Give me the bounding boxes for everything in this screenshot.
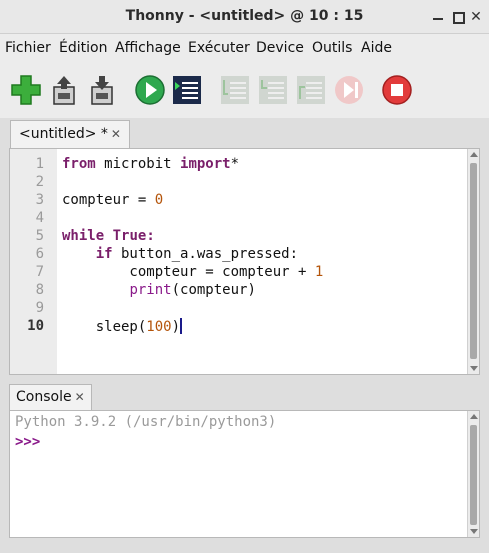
menu-affichage[interactable]: Affichage: [115, 40, 181, 56]
scroll-down-icon[interactable]: [470, 529, 478, 534]
line-number: 6: [35, 246, 44, 262]
editor-scrollbar[interactable]: [467, 149, 479, 374]
menu-outils[interactable]: Outils: [312, 40, 352, 56]
menu-fichier[interactable]: Fichier: [5, 40, 51, 56]
line-number: 8: [35, 282, 44, 298]
number-literal: 1: [314, 264, 324, 280]
code-text: (compteur): [171, 282, 256, 298]
step-into-icon: [256, 73, 290, 107]
menu-edition[interactable]: Édition: [59, 40, 107, 56]
open-file-icon[interactable]: [47, 73, 81, 107]
tab-untitled[interactable]: <untitled> * ✕: [10, 120, 130, 148]
run-icon[interactable]: [133, 73, 167, 107]
debug-icon[interactable]: [170, 73, 204, 107]
code-text: microbit: [95, 156, 181, 172]
line-number-gutter: 1 2 3 4 5 6 7 8 9 10: [10, 149, 57, 374]
menu-device[interactable]: Device: [256, 40, 304, 56]
minimize-icon[interactable]: [430, 9, 446, 25]
number-literal: 100: [146, 319, 172, 335]
step-over-icon: [218, 73, 252, 107]
keyword: while: [62, 228, 105, 244]
toolbar: [0, 62, 489, 118]
python-version-banner: Python 3.9.2 (/usr/bin/python3): [15, 414, 277, 430]
close-tab-icon[interactable]: ✕: [111, 127, 121, 141]
scroll-up-icon[interactable]: [470, 152, 478, 157]
code-text: sleep(: [62, 319, 147, 335]
window-title: Thonny - <untitled> @ 10 : 15: [125, 8, 364, 24]
tab-console[interactable]: Console ✕: [9, 384, 92, 410]
keyword: if: [95, 246, 113, 262]
close-console-icon[interactable]: ✕: [75, 390, 85, 404]
code-text: compteur =: [62, 192, 155, 208]
code-text: ): [171, 319, 181, 335]
line-number: 4: [35, 210, 44, 226]
line-number: 7: [35, 264, 44, 280]
line-number: 5: [35, 228, 44, 244]
save-file-icon[interactable]: [85, 73, 119, 107]
stop-icon[interactable]: [380, 73, 414, 107]
code-line: if button_a.was_pressed:: [62, 246, 298, 262]
tab-label: <untitled> *: [19, 126, 108, 142]
console-tab-label: Console: [16, 389, 72, 405]
console-tabstrip: Console ✕: [0, 382, 489, 410]
step-out-icon: [294, 73, 328, 107]
line-number: 3: [35, 192, 44, 208]
scroll-thumb[interactable]: [470, 425, 477, 525]
text-cursor: [180, 318, 183, 334]
current-line-number: 10: [27, 318, 44, 334]
maximize-icon[interactable]: [450, 9, 466, 25]
code-text: compteur = compteur +: [62, 264, 315, 280]
scroll-thumb[interactable]: [470, 163, 477, 359]
menu-bar: Fichier Édition Affichage Exécuter Devic…: [0, 34, 489, 62]
scroll-up-icon[interactable]: [470, 414, 478, 419]
number-literal: 0: [154, 192, 164, 208]
resume-icon: [332, 73, 366, 107]
code-text: :: [146, 228, 155, 244]
menu-aide[interactable]: Aide: [361, 40, 392, 56]
close-window-icon[interactable]: ✕: [468, 9, 484, 25]
code-text: button_a.was_pressed:: [112, 246, 299, 262]
code-line: compteur = 0: [62, 192, 163, 208]
console-scrollbar[interactable]: [467, 411, 479, 537]
line-number: 1: [35, 156, 44, 172]
shell-console[interactable]: Python 3.9.2 (/usr/bin/python3) >>>: [9, 410, 480, 538]
menu-executer[interactable]: Exécuter: [188, 40, 250, 56]
code-line: while True:: [62, 228, 155, 244]
line-number: 2: [35, 174, 44, 190]
new-file-icon[interactable]: [9, 73, 43, 107]
keyword: import: [180, 156, 231, 172]
code-text: *: [230, 156, 240, 172]
shell-prompt[interactable]: >>>: [15, 434, 40, 450]
code-editor[interactable]: 1 2 3 4 5 6 7 8 9 10 from microbit impor…: [9, 148, 480, 375]
editor-tabstrip: <untitled> * ✕: [0, 118, 489, 148]
title-bar: Thonny - <untitled> @ 10 : 15 ✕: [0, 0, 489, 34]
builtin-function: print: [129, 282, 172, 298]
code-line: print(compteur): [62, 282, 256, 298]
code-line: sleep(100): [62, 318, 183, 335]
keyword: from: [62, 156, 96, 172]
code-line: compteur = compteur + 1: [62, 264, 323, 280]
code-line: from microbit import*: [62, 156, 239, 172]
scroll-down-icon[interactable]: [470, 366, 478, 371]
line-number: 9: [35, 300, 44, 316]
keyword: True: [112, 228, 147, 244]
